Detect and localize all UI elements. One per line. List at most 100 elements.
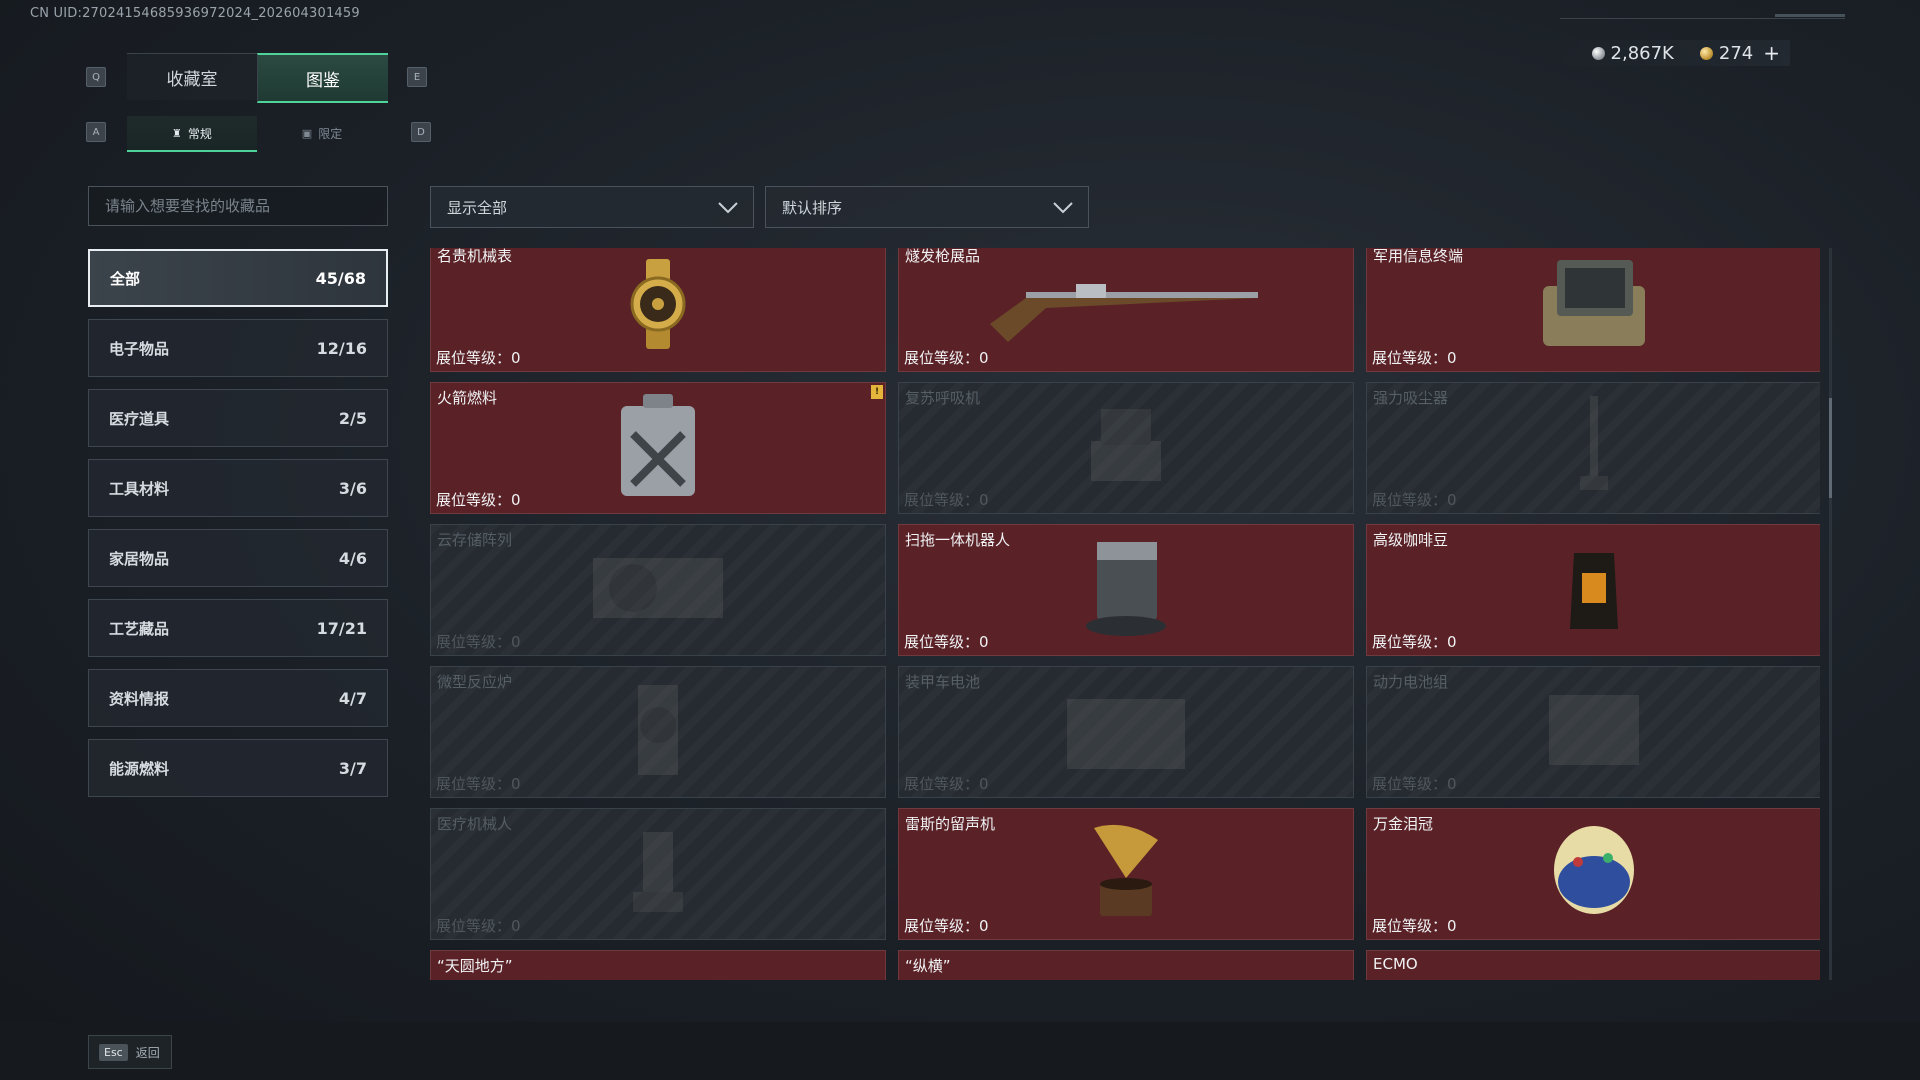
collection-item-card[interactable]: 复苏呼吸机 展位等级：0 — [898, 382, 1354, 514]
level-label: 展位等级： — [904, 349, 980, 367]
category-count: 12/16 — [316, 338, 367, 358]
item-name: 万金泪冠 — [1373, 815, 1434, 833]
main-tabs: 收藏室 图鉴 — [127, 53, 388, 103]
category-label: 能源燃料 — [109, 759, 170, 778]
collection-item-card[interactable]: ECMO展位等级：0 — [1366, 950, 1820, 980]
collection-item-card[interactable]: 火箭燃料 展位等级：0! — [430, 382, 886, 514]
item-name: ECMO — [1373, 955, 1418, 973]
category-label: 资料情报 — [109, 689, 170, 708]
category-electronics[interactable]: 电子物品 12/16 — [88, 319, 388, 377]
chevron-down-icon — [718, 202, 738, 214]
item-level: 展位等级：0 — [904, 773, 989, 794]
item-level: 展位等级：0 — [1372, 915, 1457, 936]
add-currency-button[interactable]: + — [1763, 41, 1780, 65]
subtab-regular-label: 常规 — [187, 126, 212, 141]
silver-currency: 2,867K — [1591, 43, 1674, 64]
item-level: 展位等级：0 — [436, 915, 521, 936]
key-hint-d: D — [411, 122, 431, 142]
item-level: 展位等级：0 — [436, 489, 521, 510]
category-crafts[interactable]: 工艺藏品 17/21 — [88, 599, 388, 657]
level-value: 0 — [1447, 349, 1457, 367]
item-name: 装甲车电池 — [905, 673, 981, 691]
level-label: 展位等级： — [436, 917, 512, 935]
category-household[interactable]: 家居物品 4/6 — [88, 529, 388, 587]
chevron-down-icon — [1053, 202, 1073, 214]
musket-icon — [986, 264, 1266, 348]
category-count: 3/7 — [338, 758, 367, 778]
ventilator-icon — [1081, 401, 1171, 495]
uid-text: CN UID:27024154685936972024_202604301459 — [30, 6, 360, 21]
terminal-case-icon — [1539, 256, 1649, 356]
collection-item-card[interactable]: 扫拖一体机器人 展位等级：0 — [898, 524, 1354, 656]
category-label: 医疗道具 — [109, 409, 170, 428]
back-label: 返回 — [135, 1045, 160, 1060]
collection-item-card[interactable]: 军用信息终端 展位等级：0 — [1366, 248, 1820, 372]
sort-dropdown[interactable]: 默认排序 — [765, 186, 1089, 228]
item-name: 强力吸尘器 — [1373, 389, 1449, 407]
category-count: 4/7 — [338, 688, 367, 708]
level-value: 0 — [979, 491, 989, 509]
category-medical[interactable]: 医疗道具 2/5 — [88, 389, 388, 447]
gold-coin-icon — [1699, 46, 1713, 60]
category-tools[interactable]: 工具材料 3/6 — [88, 459, 388, 517]
vehicle-battery-icon — [1061, 685, 1191, 779]
collection-item-card[interactable]: 名贵机械表 展位等级：0 — [430, 248, 886, 372]
gold-amount: 274 — [1718, 42, 1754, 64]
category-count: 4/6 — [338, 548, 367, 568]
tab-collection-room[interactable]: 收藏室 — [127, 53, 257, 100]
new-item-badge: ! — [871, 385, 883, 399]
subtab-regular[interactable]: ♜ 常规 — [127, 116, 257, 152]
level-value: 0 — [1447, 917, 1457, 935]
collection-item-card[interactable]: 燧发枪展品 展位等级：0 — [898, 248, 1354, 372]
level-value: 0 — [511, 491, 521, 509]
collection-item-card[interactable]: 高级咖啡豆 展位等级：0 — [1366, 524, 1820, 656]
collection-item-card[interactable]: 装甲车电池展位等级：0 — [898, 666, 1354, 798]
collection-item-card[interactable]: 万金泪冠展位等级：0 — [1366, 808, 1820, 940]
category-intel[interactable]: 资料情报 4/7 — [88, 669, 388, 727]
search-input[interactable] — [89, 187, 387, 225]
level-value: 0 — [1447, 491, 1457, 509]
search-box — [88, 186, 388, 226]
trophy-icon: ♜ — [172, 126, 182, 140]
back-button[interactable]: Esc 返回 — [88, 1035, 172, 1069]
item-level: 展位等级：0 — [1372, 489, 1457, 510]
category-count: 17/21 — [316, 618, 367, 638]
item-level: 展位等级：0 — [436, 773, 521, 794]
level-label: 展位等级： — [1372, 775, 1448, 793]
collection-item-card[interactable]: 医疗机械人 展位等级：0 — [430, 808, 886, 940]
level-label: 展位等级： — [436, 349, 512, 367]
item-name: “天圆地方” — [437, 957, 513, 975]
watch-icon — [618, 259, 698, 353]
level-label: 展位等级： — [1372, 633, 1448, 651]
bottom-bar — [0, 1022, 1920, 1080]
esc-key-hint: Esc — [99, 1043, 128, 1061]
level-label: 展位等级： — [436, 491, 512, 509]
collection-item-card[interactable]: 动力电池组 展位等级：0 — [1366, 666, 1820, 798]
collection-item-card[interactable]: “天圆地方”展位等级：0 — [430, 950, 886, 980]
grid-scrollbar[interactable] — [1829, 248, 1832, 980]
collection-item-card[interactable]: 雷斯的留声机 展位等级：0 — [898, 808, 1354, 940]
level-label: 展位等级： — [1372, 917, 1448, 935]
fuel-canister-icon — [613, 394, 703, 502]
jeweled-egg-icon — [1548, 822, 1640, 926]
collection-item-card[interactable]: 云存储阵列 展位等级：0 — [430, 524, 886, 656]
level-value: 0 — [1447, 633, 1457, 651]
item-level: 展位等级：0 — [904, 631, 989, 652]
collection-item-card[interactable]: “纵横”展位等级：0 — [898, 950, 1354, 980]
currency-bar: 2,867K 274 + — [1551, 40, 1790, 66]
level-label: 展位等级： — [436, 633, 512, 651]
collection-item-card[interactable]: 强力吸尘器展位等级：0 — [1366, 382, 1820, 514]
display-filter-dropdown[interactable]: 显示全部 — [430, 186, 754, 228]
display-filter-value: 显示全部 — [447, 198, 508, 217]
category-list: 全部 45/68 电子物品 12/16 医疗道具 2/5 工具材料 3/6 家居… — [88, 249, 388, 809]
scrollbar-thumb[interactable] — [1829, 398, 1832, 498]
item-name: 云存储阵列 — [437, 531, 513, 549]
battery-pack-icon — [1539, 685, 1649, 779]
item-name: 复苏呼吸机 — [905, 389, 981, 407]
tab-catalog[interactable]: 图鉴 — [257, 53, 388, 103]
category-energy[interactable]: 能源燃料 3/7 — [88, 739, 388, 797]
subtab-limited[interactable]: ▣ 限定 — [257, 116, 387, 150]
level-label: 展位等级： — [436, 775, 512, 793]
category-all[interactable]: 全部 45/68 — [88, 249, 388, 307]
collection-item-card[interactable]: 微型反应炉 展位等级：0 — [430, 666, 886, 798]
